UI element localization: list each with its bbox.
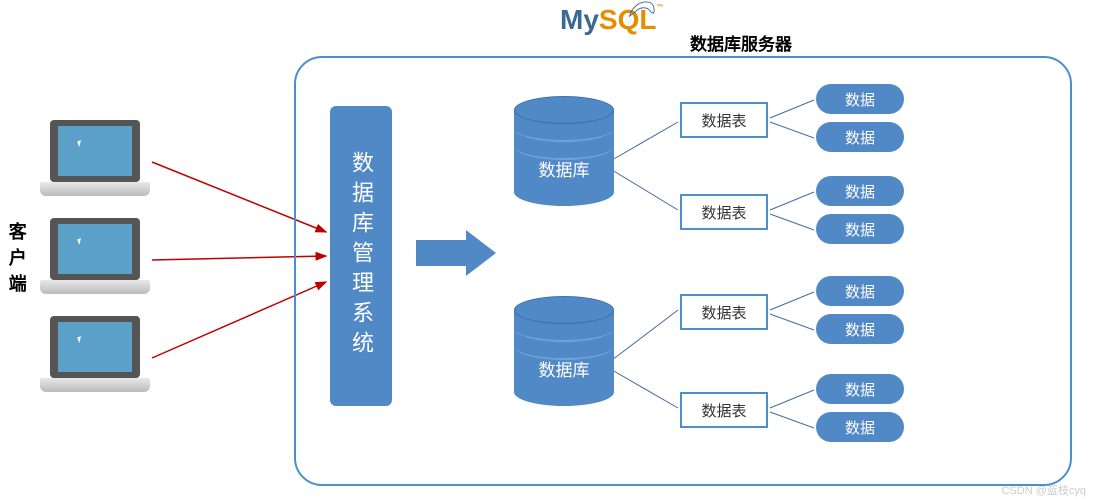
table-box: 数据表 — [680, 294, 768, 330]
data-pill: 数据 — [816, 176, 904, 206]
database-label: 数据库 — [514, 356, 614, 381]
data-pill: 数据 — [816, 84, 904, 114]
arrow-icon — [416, 230, 496, 276]
mysql-logo: MySQL™ — [560, 4, 663, 36]
logo-my: My — [560, 4, 599, 35]
data-pill: 数据 — [816, 122, 904, 152]
client-label: 客户端 — [2, 222, 31, 300]
data-pill: 数据 — [816, 214, 904, 244]
data-pill: 数据 — [816, 314, 904, 344]
table-box: 数据表 — [680, 392, 768, 428]
data-pill: 数据 — [816, 276, 904, 306]
watermark: CSDN @蓝枝cyq — [1001, 482, 1086, 498]
client-laptop-icon — [40, 120, 150, 198]
table-box: 数据表 — [680, 194, 768, 230]
database-icon: 数据库 — [514, 296, 614, 406]
dbms-box: 数据库管理系统 — [330, 106, 392, 406]
table-box: 数据表 — [680, 102, 768, 138]
database-icon: 数据库 — [514, 96, 614, 206]
client-laptop-icon — [40, 218, 150, 296]
database-label: 数据库 — [514, 156, 614, 181]
data-pill: 数据 — [816, 374, 904, 404]
dolphin-icon — [628, 0, 658, 18]
server-label: 数据库服务器 — [690, 30, 792, 55]
client-laptop-icon — [40, 316, 150, 394]
data-pill: 数据 — [816, 412, 904, 442]
